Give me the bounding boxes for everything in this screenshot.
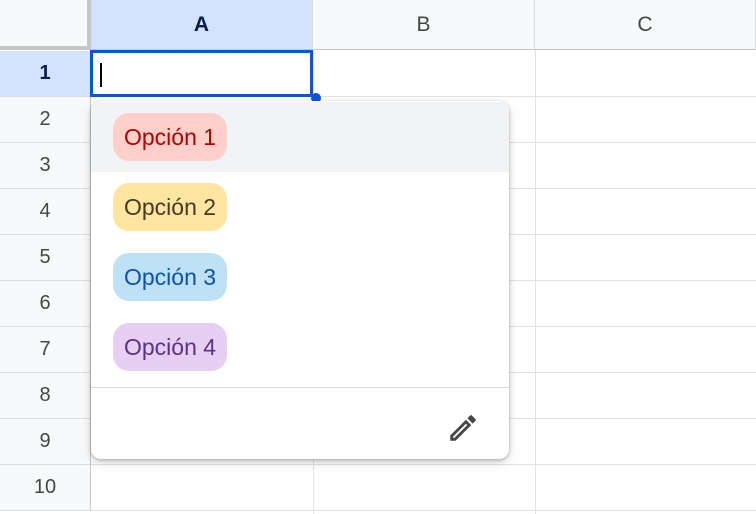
dropdown-divider [91, 387, 509, 388]
dropdown-option-2[interactable]: Opción 2 [91, 172, 509, 242]
grid-column-line [535, 50, 536, 514]
dropdown-option-4[interactable]: Opción 4 [91, 312, 509, 382]
active-cell-a1[interactable] [90, 50, 313, 97]
option-chip: Opción 2 [113, 183, 228, 231]
option-chip: Opción 1 [113, 113, 228, 161]
edit-dropdown-button[interactable] [443, 408, 483, 448]
row-header-10[interactable]: 10 [0, 465, 91, 511]
column-header-a[interactable]: A [91, 0, 313, 50]
row-header-6[interactable]: 6 [0, 281, 91, 327]
dropdown-option-3[interactable]: Opción 3 [91, 242, 509, 312]
row-header-5[interactable]: 5 [0, 235, 91, 281]
row-header-9[interactable]: 9 [0, 419, 91, 465]
dropdown-menu: Opción 1 Opción 2 Opción 3 Opción 4 [91, 101, 509, 459]
option-chip: Opción 3 [113, 253, 228, 301]
row-header-8[interactable]: 8 [0, 373, 91, 419]
dropdown-option-1[interactable]: Opción 1 [91, 102, 509, 172]
row-header-1[interactable]: 1 [0, 51, 91, 97]
grid-row-line [91, 510, 756, 511]
column-header-b[interactable]: B [313, 0, 535, 50]
option-chip: Opción 4 [113, 323, 228, 371]
row-header-7[interactable]: 7 [0, 327, 91, 373]
pencil-icon [450, 415, 476, 441]
column-header-c[interactable]: C [535, 0, 756, 50]
row-header-3[interactable]: 3 [0, 143, 91, 189]
row-header-2[interactable]: 2 [0, 97, 91, 143]
text-caret [100, 63, 102, 87]
row-header-4[interactable]: 4 [0, 189, 91, 235]
select-all-corner[interactable] [0, 0, 91, 50]
spreadsheet: A B C 1 2 3 4 5 6 7 8 9 10 Opción 1 Opción 2 Opción… [0, 0, 756, 514]
grid-row-line [91, 464, 756, 465]
